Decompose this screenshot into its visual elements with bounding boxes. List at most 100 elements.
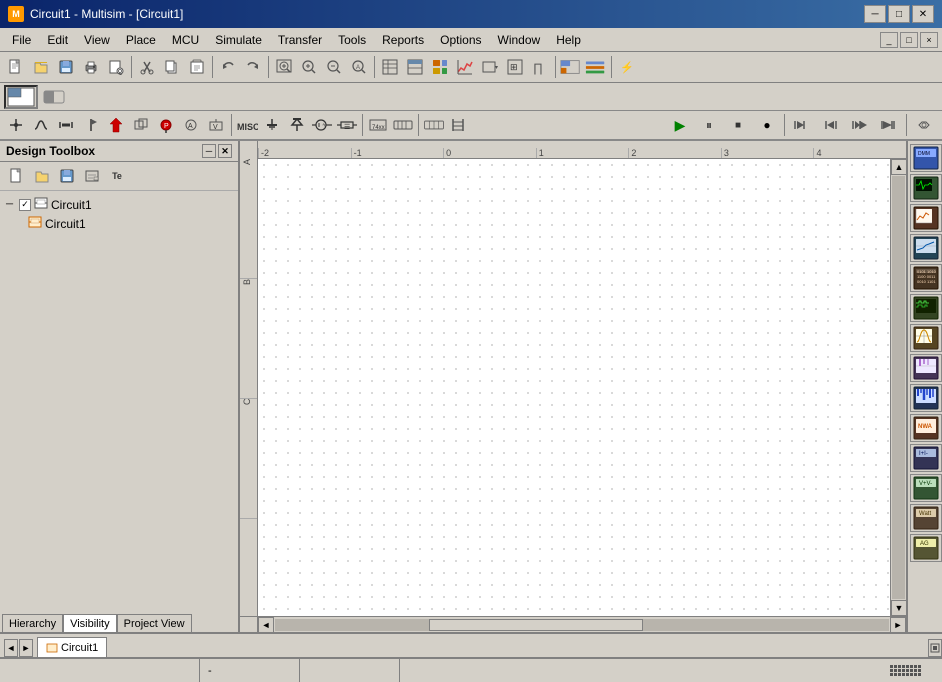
tab-scroll-right[interactable]: ► (19, 639, 33, 657)
drawing-canvas[interactable] (258, 159, 890, 616)
sim-end-button[interactable] (875, 113, 903, 137)
instrument-distortion[interactable] (910, 354, 942, 382)
h-scroll-right-btn[interactable]: ► (890, 617, 906, 633)
table-button[interactable] (403, 55, 427, 79)
instrument-oscilloscope[interactable] (910, 174, 942, 202)
v-scrollbar[interactable]: ▲ ▼ (890, 159, 906, 616)
zoom-out-button[interactable] (322, 55, 346, 79)
instrument-multimeter[interactable]: DMM (910, 144, 942, 172)
new-button[interactable] (4, 55, 28, 79)
component-detail-btn[interactable]: ⊞ (503, 55, 527, 79)
component-view-toggle[interactable] (4, 85, 38, 109)
place-ladder[interactable] (447, 113, 471, 137)
place-junction[interactable] (4, 113, 28, 137)
minimize-button[interactable]: ─ (864, 5, 886, 23)
tab-hierarchy[interactable]: Hierarchy (2, 614, 63, 632)
menu-simulate[interactable]: Simulate (207, 28, 270, 51)
paste-button[interactable] (185, 55, 209, 79)
instrument-word-generator[interactable]: 0101 1010 1100 0011 0010 1101 (910, 264, 942, 292)
open-button[interactable] (29, 55, 53, 79)
menu-window[interactable]: Window (490, 28, 549, 51)
sim-play-button[interactable]: ▶ (666, 113, 694, 137)
instrument-network-analyzer[interactable]: NWA (910, 414, 942, 442)
postprocess-btn2[interactable] (584, 55, 608, 79)
desc-btn[interactable]: ∏ (528, 55, 552, 79)
sim-step-button[interactable] (788, 113, 816, 137)
redo-button[interactable] (241, 55, 265, 79)
place-probe[interactable]: P (154, 113, 178, 137)
save-button[interactable] (54, 55, 78, 79)
place-custom[interactable] (422, 113, 446, 137)
circuit-tab-1[interactable]: Circuit1 (37, 637, 107, 657)
v-scroll-up-btn[interactable]: ▲ (891, 159, 906, 175)
tab-scroll-left[interactable]: ◄ (4, 639, 18, 657)
place-source[interactable]: ∿ (310, 113, 334, 137)
tab-expand-btn[interactable] (928, 639, 942, 657)
instrument-bode-plotter[interactable] (910, 234, 942, 262)
menu-edit[interactable]: Edit (39, 28, 76, 51)
place-voltmeter[interactable]: V (204, 113, 228, 137)
dropdown-btn1[interactable] (478, 55, 502, 79)
instrument-iv-analyzer[interactable] (910, 324, 942, 352)
menu-file[interactable]: File (4, 28, 39, 51)
instrument-wattmeter[interactable]: Watt (910, 504, 942, 532)
toolbox-open-btn[interactable] (31, 165, 53, 187)
tree-root-item[interactable]: ─ ✓ Circuit1 (4, 195, 234, 214)
menu-reports[interactable]: Reports (374, 28, 432, 51)
h-scroll-thumb[interactable] (429, 619, 644, 631)
h-scroll-left-btn[interactable]: ◄ (258, 617, 274, 633)
place-switch[interactable]: ☰ (335, 113, 359, 137)
print-button[interactable] (79, 55, 103, 79)
sim-fwd-step-button[interactable] (846, 113, 874, 137)
copy-button[interactable] (160, 55, 184, 79)
sim-stop-button[interactable]: ■ (724, 113, 752, 137)
place-misc[interactable]: MISC (235, 113, 259, 137)
sim-settings-button[interactable] (910, 113, 938, 137)
sim-pause-button[interactable]: ⏸ (695, 113, 723, 137)
toolbox-close-btn[interactable]: ✕ (218, 144, 232, 158)
place-bus[interactable] (54, 113, 78, 137)
zoom-fit-button[interactable]: A (347, 55, 371, 79)
tab-project-view[interactable]: Project View (117, 614, 192, 632)
place-ammeter[interactable]: A (179, 113, 203, 137)
instrument-spectrum[interactable] (910, 384, 942, 412)
instrument-ag[interactable]: AG (910, 534, 942, 562)
menu-options[interactable]: Options (432, 28, 489, 51)
toolbox-minimize-btn[interactable]: ─ (202, 144, 216, 158)
spreadsheet-view-button[interactable] (378, 55, 402, 79)
tab-visibility[interactable]: Visibility (63, 614, 117, 632)
sim-back-step-button[interactable] (817, 113, 845, 137)
instrument-ammeter[interactable]: I+I- (910, 444, 942, 472)
menu-view[interactable]: View (76, 28, 118, 51)
place-ground[interactable] (260, 113, 284, 137)
v-scroll-track[interactable] (892, 176, 905, 599)
cut-button[interactable] (135, 55, 159, 79)
tree-checkbox[interactable]: ✓ (19, 199, 31, 211)
instrument-logic-analyzer[interactable] (910, 294, 942, 322)
place-wire[interactable] (29, 113, 53, 137)
postprocess-btn1[interactable] (559, 55, 583, 79)
toolbox-tabs-btn[interactable]: Te (106, 165, 128, 187)
toolbox-new-btn[interactable] (6, 165, 28, 187)
toolbox-save-btn[interactable] (56, 165, 78, 187)
h-scroll-track[interactable]: ◄ ► (258, 617, 906, 632)
place-netflag[interactable] (79, 113, 103, 137)
mdi-close[interactable]: × (920, 32, 938, 48)
place-connector[interactable] (391, 113, 415, 137)
ann-btn[interactable]: ⚡ (615, 55, 639, 79)
close-button[interactable]: ✕ (912, 5, 934, 23)
undo-button[interactable] (216, 55, 240, 79)
sim-record-button[interactable]: ● (753, 113, 781, 137)
v-scroll-down-btn[interactable]: ▼ (891, 600, 906, 616)
maximize-button[interactable]: □ (888, 5, 910, 23)
mdi-restore[interactable]: □ (900, 32, 918, 48)
tree-child-item[interactable]: Circuit1 (26, 214, 234, 233)
place-hierarchical[interactable] (129, 113, 153, 137)
preview-button[interactable] (104, 55, 128, 79)
graph-button[interactable] (428, 55, 452, 79)
zoom-area-button[interactable] (272, 55, 296, 79)
place-vcc[interactable] (285, 113, 309, 137)
mdi-minimize[interactable]: _ (880, 32, 898, 48)
menu-help[interactable]: Help (548, 28, 589, 51)
instrument-voltmeter[interactable]: V+V- (910, 474, 942, 502)
